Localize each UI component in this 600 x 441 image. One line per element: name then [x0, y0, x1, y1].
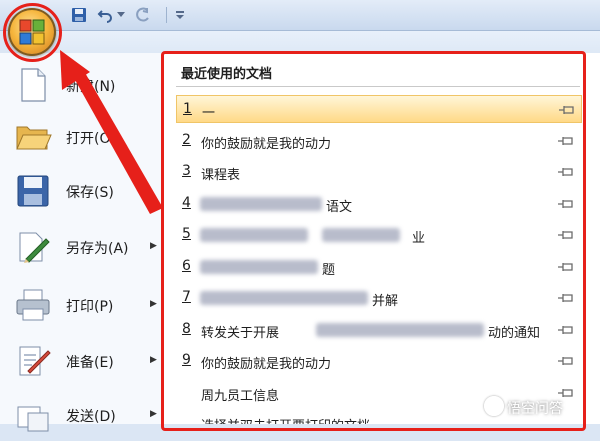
menu-item-save[interactable]: 保存(S) — [0, 165, 163, 217]
undo-dropdown-icon[interactable] — [116, 6, 126, 24]
menu-item-label: 准备(E) — [66, 355, 114, 371]
menu-item-save-as[interactable]: 另存为(A) ▶ — [0, 221, 163, 273]
prepare-icon — [14, 343, 52, 379]
menu-item-open[interactable]: 打开(O) — [0, 111, 163, 163]
undo-icon[interactable] — [96, 6, 114, 24]
submenu-arrow-icon: ▶ — [150, 409, 157, 419]
menu-item-send[interactable]: 发送(D) ▶ — [0, 389, 163, 441]
watermark: 悟空问答 — [484, 396, 563, 418]
annotation-highlight-box — [161, 51, 586, 431]
menu-item-label: 保存(S) — [66, 185, 114, 201]
menu-item-prepare[interactable]: 准备(E) ▶ — [0, 335, 163, 387]
quick-access-toolbar — [0, 0, 600, 31]
submenu-arrow-icon: ▶ — [150, 355, 157, 365]
watermark-text: 悟空问答 — [507, 401, 563, 417]
menu-item-label: 另存为(A) — [66, 241, 129, 257]
save-disk-icon — [14, 173, 52, 209]
menu-item-label: 打印(P) — [66, 299, 114, 315]
printer-icon — [14, 287, 52, 323]
office-menu-commands: 新建(N) 打开(O) 保存(S) 另存为(A) ▶ 打印(P) ▶ 准备(E)… — [0, 53, 164, 432]
save-icon[interactable] — [70, 6, 88, 24]
menu-item-print[interactable]: 打印(P) ▶ — [0, 279, 163, 331]
send-icon — [14, 397, 52, 433]
annotation-circle — [3, 3, 62, 62]
new-document-icon — [14, 67, 52, 103]
menu-item-new[interactable]: 新建(N) — [0, 59, 163, 111]
save-as-icon — [14, 229, 52, 265]
submenu-arrow-icon: ▶ — [150, 241, 157, 251]
menu-item-label: 发送(D) — [66, 409, 116, 425]
redo-icon[interactable] — [134, 6, 152, 24]
watermark-logo-icon — [484, 396, 504, 416]
menu-item-label: 新建(N) — [66, 79, 116, 95]
customize-icon[interactable] — [174, 6, 186, 24]
submenu-arrow-icon: ▶ — [150, 299, 157, 309]
open-folder-icon — [14, 119, 52, 155]
menu-item-label: 打开(O) — [66, 131, 116, 147]
